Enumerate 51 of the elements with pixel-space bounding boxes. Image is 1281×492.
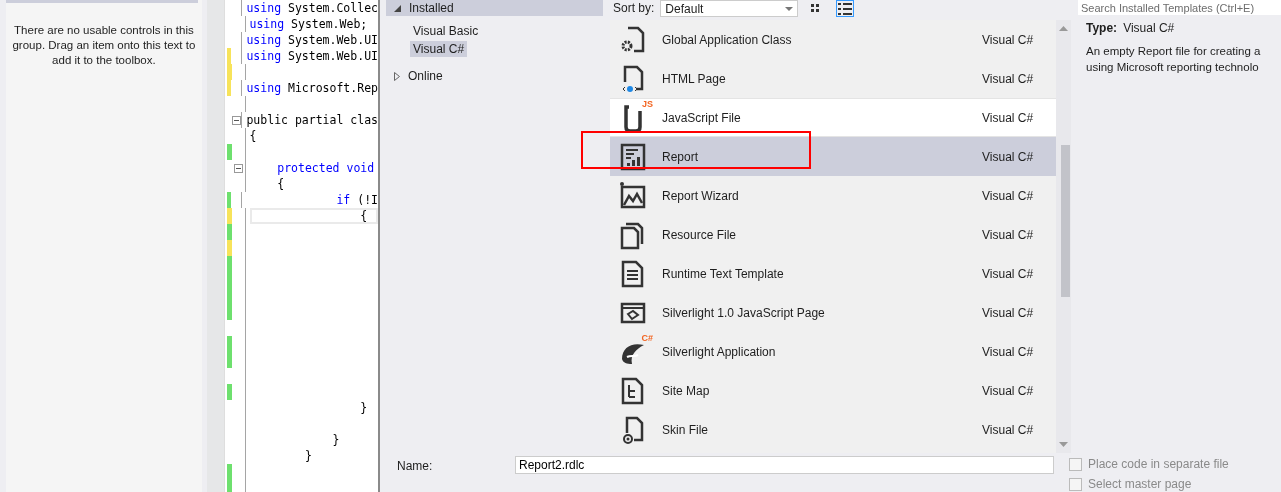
template-item[interactable]: JS JavaScript File Visual C# xyxy=(610,98,1056,137)
code-line: protected void xyxy=(276,161,375,175)
template-item[interactable]: Report Visual C# xyxy=(610,137,1056,176)
code-line: if (!I xyxy=(335,193,378,207)
list-view-icon[interactable] xyxy=(836,0,855,17)
tree-item[interactable]: Installed xyxy=(386,0,603,16)
description-text: An empty Report file for creating a xyxy=(1086,44,1262,59)
template-item[interactable]: HTML Page Visual C# xyxy=(610,59,1056,98)
code-line: { xyxy=(249,129,257,143)
code-line: } xyxy=(359,401,368,415)
code-line: using System.Web.UI xyxy=(246,33,378,47)
template-item[interactable]: C# Silverlight Application Visual C# xyxy=(610,332,1056,371)
sort-label: Sort by: xyxy=(613,1,655,15)
template-item[interactable]: Runtime Text Template Visual C# xyxy=(610,254,1056,293)
toolbox-message: There are no usable controls in this group. Drag an item onto this text to add it to the toolbox. xyxy=(11,23,197,68)
template-item[interactable]: Silverlight 1.0 JavaScript Page Visual C# xyxy=(610,293,1056,332)
template-item[interactable]: Report Wizard Visual C# xyxy=(610,176,1056,215)
tree-item[interactable]: Visual C# xyxy=(410,41,468,57)
tree-item[interactable]: Online xyxy=(386,68,603,84)
scroll-thumb[interactable] xyxy=(1060,145,1070,297)
code-line: using System.Web.UI xyxy=(246,49,378,63)
scrollbar[interactable] xyxy=(1056,20,1071,453)
expand-arrow-icon[interactable] xyxy=(394,71,400,81)
caret-icon xyxy=(785,6,794,11)
code-line: using System.Web; xyxy=(249,17,368,31)
code-line: { xyxy=(276,177,285,191)
code-line: { xyxy=(359,209,368,223)
code-line: } xyxy=(303,449,312,463)
badge-label: C# xyxy=(641,332,653,343)
template-item[interactable]: Skin File Visual C# xyxy=(610,410,1056,449)
type-label: Type: xyxy=(1086,21,1118,35)
template-item[interactable]: Site Map Visual C# xyxy=(610,371,1056,410)
code-line: using Microsoft.Rep xyxy=(246,81,378,95)
code-line: } xyxy=(331,433,340,447)
name-label: Name: xyxy=(397,459,434,473)
code-line: using System.Collec xyxy=(246,1,378,15)
search-field[interactable]: Search Installed Templates (Ctrl+E) xyxy=(1078,0,1281,15)
badge-label: JS xyxy=(642,98,653,109)
collapse-icon[interactable] xyxy=(231,115,241,125)
template-item[interactable]: Global Application Class Visual C# xyxy=(610,20,1056,59)
type-value: Visual C# xyxy=(1123,21,1175,35)
description-text: using Microsoft reporting technolo xyxy=(1086,60,1260,75)
report-chart-icon xyxy=(618,141,648,172)
template-item[interactable]: Resource File Visual C# xyxy=(610,215,1056,254)
code-line: public partial clas xyxy=(246,113,378,127)
expand-arrow-icon[interactable] xyxy=(394,4,401,12)
sort-dropdown[interactable]: Default xyxy=(660,0,799,17)
collapse-icon[interactable] xyxy=(233,163,243,173)
tree-item[interactable]: Visual Basic xyxy=(410,23,482,39)
chart-sparkle-icon xyxy=(618,180,648,211)
name-field[interactable]: Report2.rdlc xyxy=(515,456,1054,474)
